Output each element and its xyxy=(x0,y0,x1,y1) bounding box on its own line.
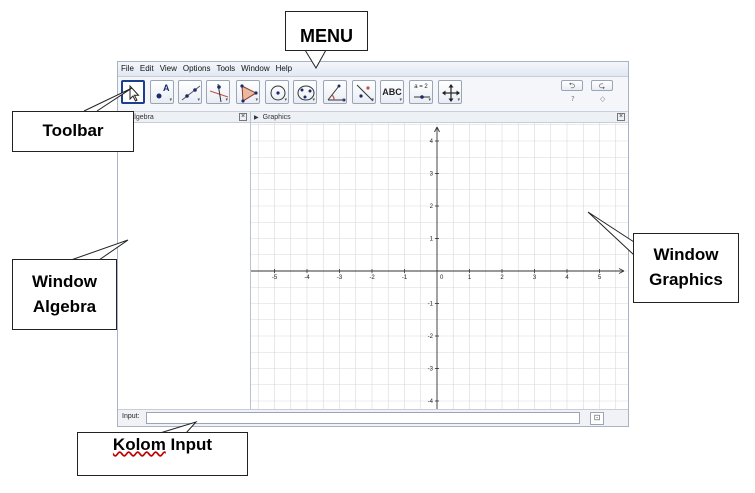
window-graphics-callout: Window Graphics xyxy=(633,233,739,303)
graphics-pointer xyxy=(587,211,635,256)
window-graphics-line1: Window xyxy=(653,245,719,265)
toolbar-callout: Toolbar xyxy=(12,111,134,152)
window-graphics-line2: Graphics xyxy=(649,270,723,289)
kolom-input-text: Kolom xyxy=(112,434,166,454)
menu-pointer xyxy=(304,49,327,69)
kolom-input-text-rest: Input xyxy=(165,434,213,454)
kolom-input-callout: Kolom Input xyxy=(77,432,248,476)
window-algebra-line1: Window xyxy=(32,271,97,291)
menu-callout: MENU xyxy=(285,11,368,51)
algebra-pointer xyxy=(70,239,129,261)
toolbar-pointer xyxy=(83,87,133,112)
toolbar-callout-text: Toolbar xyxy=(42,121,104,141)
menu-callout-text: MENU xyxy=(300,25,353,46)
window-algebra-callout: Window Algebra xyxy=(12,259,117,330)
window-algebra-line2: Algebra xyxy=(32,296,97,316)
